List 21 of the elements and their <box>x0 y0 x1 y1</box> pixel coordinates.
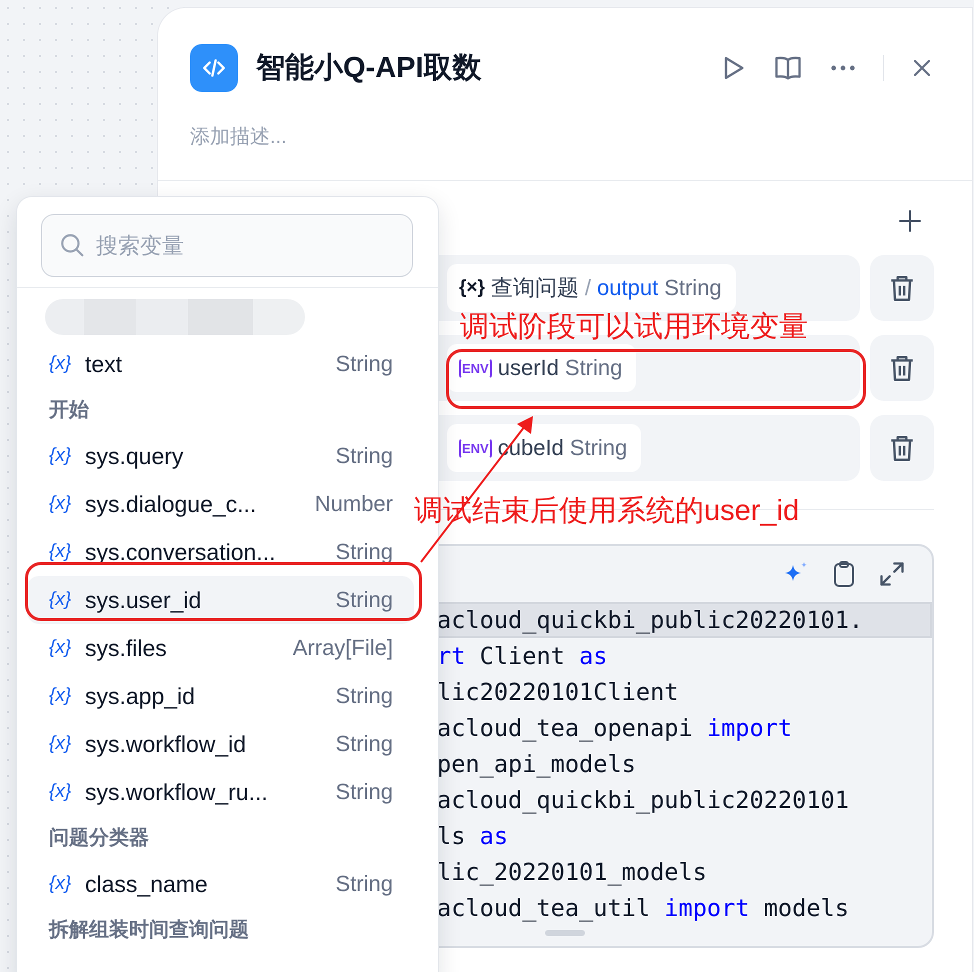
variable-icon: {×} <box>459 277 485 299</box>
node-name: 查询问题 <box>490 274 579 302</box>
variable-name: userId <box>498 355 559 381</box>
variable-name: output <box>597 275 658 301</box>
group-label: 拆解组装时间查询问题 <box>48 918 250 943</box>
code-line: acloud_tea_openapi import <box>437 713 794 744</box>
variable-type: String <box>570 435 628 461</box>
code-line: lic20220101Client <box>437 677 680 708</box>
path-separator: / <box>584 275 592 301</box>
code-line: ls as <box>437 821 510 852</box>
code-line: acloud_quickbi_public20220101 <box>437 785 850 816</box>
code-line: acloud_tea_util import models <box>437 893 850 924</box>
variable-type: String <box>564 355 622 381</box>
code-line: pen_api_models <box>437 749 637 780</box>
annotation-label: 调试阶段可以试用环境变量 <box>460 310 808 344</box>
variable-type: String <box>664 275 722 301</box>
group-label: 问题分类器 <box>48 826 150 851</box>
code-line: rt Client as <box>437 641 608 672</box>
group-label: 开始 <box>48 398 90 423</box>
code-line: lic_20220101_models <box>437 857 708 888</box>
panel-title: 智能小Q-API取数 <box>256 51 483 86</box>
